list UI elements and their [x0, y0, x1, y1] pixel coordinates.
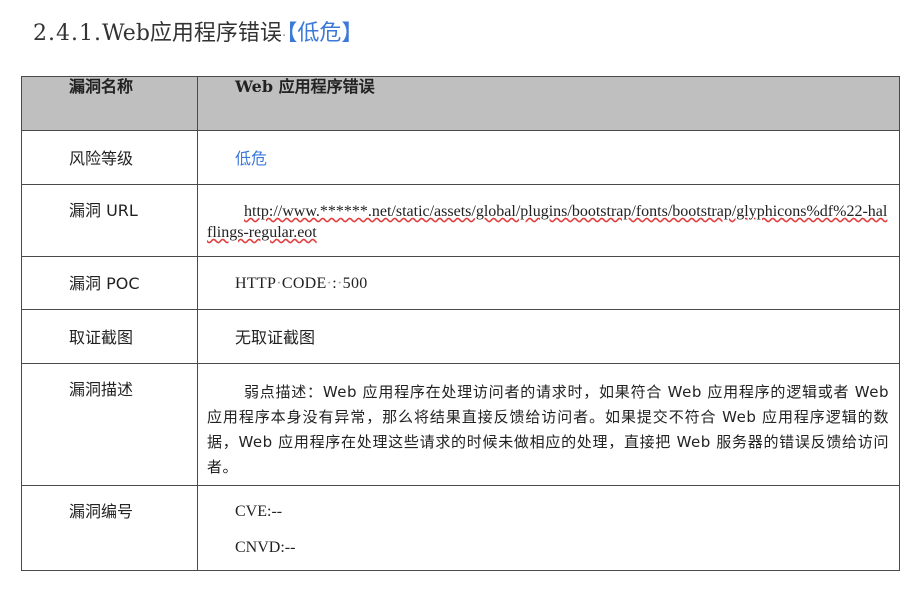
risk-level-value: 低危: [235, 149, 268, 168]
section-title: Web应用程序错误: [101, 21, 282, 46]
table-row-poc: 漏洞 POC HTTP·CODE·:·500: [21, 256, 900, 310]
poc-part-http: HTTP: [235, 275, 277, 292]
value-cell: HTTP·CODE·:·500: [197, 256, 900, 310]
label-cell: 漏洞 POC: [21, 256, 198, 310]
vulnerability-table: 漏洞名称 Web 应用程序错误 风险等级 低危 漏洞 URL http://ww…: [21, 76, 900, 571]
screenshot-value: 无取证截图: [235, 328, 316, 347]
table-row-risk-level: 风险等级 低危: [21, 130, 900, 185]
value-cell: 低危: [197, 130, 900, 185]
value-cell: 弱点描述：Web 应用程序在处理访问者的请求时，如果符合 Web 应用程序的逻辑…: [197, 363, 900, 486]
url-label: 漏洞 URL: [69, 201, 138, 220]
risk-level-tag: 【低危】: [286, 21, 364, 46]
label-cell: 取证截图: [21, 309, 198, 364]
section-heading: 2.4.1.Web应用程序错误·【低危】: [33, 14, 363, 54]
description-label: 漏洞描述: [69, 380, 134, 399]
poc-label: 漏洞 POC: [69, 274, 140, 293]
cve-id: CVE:--: [235, 503, 283, 520]
label-cell: 风险等级: [21, 130, 198, 185]
poc-part-status: 500: [342, 275, 368, 292]
vulnerability-url[interactable]: http://www.******.net/static/assets/glob…: [207, 203, 887, 241]
table-header-row: 漏洞名称 Web 应用程序错误: [21, 76, 900, 131]
label-cell: 漏洞描述: [21, 363, 198, 486]
table-row-screenshot: 取证截图 无取证截图: [21, 309, 900, 364]
identifiers-value: CVE:-- CNVD:--: [198, 486, 899, 558]
identifiers-label: 漏洞编号: [69, 502, 134, 521]
label-cell: 漏洞 URL: [21, 184, 198, 257]
table-row-description: 漏洞描述 弱点描述：Web 应用程序在处理访问者的请求时，如果符合 Web 应用…: [21, 363, 900, 486]
value-cell: 无取证截图: [197, 309, 900, 364]
description-value: 弱点描述：Web 应用程序在处理访问者的请求时，如果符合 Web 应用程序的逻辑…: [207, 383, 889, 476]
value-cell: http://www.******.net/static/assets/glob…: [197, 184, 900, 257]
table-row-identifiers: 漏洞编号 CVE:-- CNVD:--: [21, 485, 900, 571]
screenshot-label: 取证截图: [69, 328, 134, 347]
header-value: Web 应用程序错误: [235, 77, 375, 96]
poc-value: HTTP·CODE·:·500: [198, 257, 899, 294]
header-value-cell: Web 应用程序错误: [197, 76, 900, 131]
poc-part-code: CODE: [281, 275, 327, 292]
header-label: 漏洞名称: [69, 77, 134, 96]
risk-level-label: 风险等级: [69, 149, 134, 168]
table-row-url: 漏洞 URL http://www.******.net/static/asse…: [21, 184, 900, 257]
header-label-cell: 漏洞名称: [21, 76, 198, 131]
value-cell: CVE:-- CNVD:--: [197, 485, 900, 571]
cnvd-id: CNVD:--: [235, 539, 296, 556]
label-cell: 漏洞编号: [21, 485, 198, 571]
section-number: 2.4.1.: [33, 21, 102, 46]
